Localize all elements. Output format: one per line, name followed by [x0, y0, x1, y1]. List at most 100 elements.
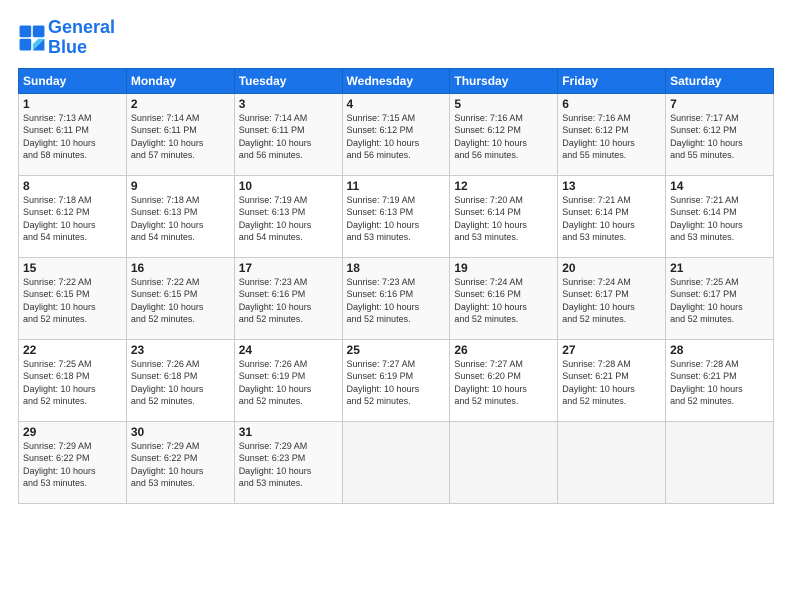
- calendar-cell: 26Sunrise: 7:27 AM Sunset: 6:20 PM Dayli…: [450, 339, 558, 421]
- day-number: 31: [239, 425, 338, 439]
- day-info: Sunrise: 7:24 AM Sunset: 6:16 PM Dayligh…: [454, 276, 553, 326]
- calendar-week-2: 8Sunrise: 7:18 AM Sunset: 6:12 PM Daylig…: [19, 175, 774, 257]
- day-number: 26: [454, 343, 553, 357]
- day-number: 16: [131, 261, 230, 275]
- calendar-cell: [450, 421, 558, 503]
- day-info: Sunrise: 7:18 AM Sunset: 6:12 PM Dayligh…: [23, 194, 122, 244]
- day-number: 18: [347, 261, 446, 275]
- calendar-cell: 18Sunrise: 7:23 AM Sunset: 6:16 PM Dayli…: [342, 257, 450, 339]
- calendar-cell: 13Sunrise: 7:21 AM Sunset: 6:14 PM Dayli…: [558, 175, 666, 257]
- calendar-cell: 20Sunrise: 7:24 AM Sunset: 6:17 PM Dayli…: [558, 257, 666, 339]
- calendar-cell: 31Sunrise: 7:29 AM Sunset: 6:23 PM Dayli…: [234, 421, 342, 503]
- day-number: 5: [454, 97, 553, 111]
- calendar-cell: [342, 421, 450, 503]
- calendar-cell: 11Sunrise: 7:19 AM Sunset: 6:13 PM Dayli…: [342, 175, 450, 257]
- day-number: 20: [562, 261, 661, 275]
- day-info: Sunrise: 7:19 AM Sunset: 6:13 PM Dayligh…: [239, 194, 338, 244]
- day-info: Sunrise: 7:15 AM Sunset: 6:12 PM Dayligh…: [347, 112, 446, 162]
- day-info: Sunrise: 7:21 AM Sunset: 6:14 PM Dayligh…: [670, 194, 769, 244]
- calendar-cell: 5Sunrise: 7:16 AM Sunset: 6:12 PM Daylig…: [450, 93, 558, 175]
- header-day-thursday: Thursday: [450, 68, 558, 93]
- page-header: General Blue: [18, 18, 774, 58]
- day-info: Sunrise: 7:20 AM Sunset: 6:14 PM Dayligh…: [454, 194, 553, 244]
- calendar-cell: [666, 421, 774, 503]
- day-number: 19: [454, 261, 553, 275]
- day-number: 12: [454, 179, 553, 193]
- day-number: 13: [562, 179, 661, 193]
- day-info: Sunrise: 7:25 AM Sunset: 6:18 PM Dayligh…: [23, 358, 122, 408]
- calendar-cell: 16Sunrise: 7:22 AM Sunset: 6:15 PM Dayli…: [126, 257, 234, 339]
- calendar-cell: 21Sunrise: 7:25 AM Sunset: 6:17 PM Dayli…: [666, 257, 774, 339]
- header-day-monday: Monday: [126, 68, 234, 93]
- calendar-cell: 28Sunrise: 7:28 AM Sunset: 6:21 PM Dayli…: [666, 339, 774, 421]
- calendar-header: SundayMondayTuesdayWednesdayThursdayFrid…: [19, 68, 774, 93]
- calendar-cell: 25Sunrise: 7:27 AM Sunset: 6:19 PM Dayli…: [342, 339, 450, 421]
- day-info: Sunrise: 7:27 AM Sunset: 6:19 PM Dayligh…: [347, 358, 446, 408]
- day-info: Sunrise: 7:17 AM Sunset: 6:12 PM Dayligh…: [670, 112, 769, 162]
- calendar-week-4: 22Sunrise: 7:25 AM Sunset: 6:18 PM Dayli…: [19, 339, 774, 421]
- day-info: Sunrise: 7:13 AM Sunset: 6:11 PM Dayligh…: [23, 112, 122, 162]
- day-info: Sunrise: 7:23 AM Sunset: 6:16 PM Dayligh…: [239, 276, 338, 326]
- logo: General Blue: [18, 18, 115, 58]
- day-info: Sunrise: 7:19 AM Sunset: 6:13 PM Dayligh…: [347, 194, 446, 244]
- day-number: 11: [347, 179, 446, 193]
- day-info: Sunrise: 7:25 AM Sunset: 6:17 PM Dayligh…: [670, 276, 769, 326]
- header-day-sunday: Sunday: [19, 68, 127, 93]
- day-number: 28: [670, 343, 769, 357]
- day-number: 10: [239, 179, 338, 193]
- day-number: 22: [23, 343, 122, 357]
- day-info: Sunrise: 7:28 AM Sunset: 6:21 PM Dayligh…: [562, 358, 661, 408]
- calendar-cell: 6Sunrise: 7:16 AM Sunset: 6:12 PM Daylig…: [558, 93, 666, 175]
- calendar-cell: 8Sunrise: 7:18 AM Sunset: 6:12 PM Daylig…: [19, 175, 127, 257]
- header-day-tuesday: Tuesday: [234, 68, 342, 93]
- calendar-cell: 2Sunrise: 7:14 AM Sunset: 6:11 PM Daylig…: [126, 93, 234, 175]
- calendar-cell: 15Sunrise: 7:22 AM Sunset: 6:15 PM Dayli…: [19, 257, 127, 339]
- day-number: 17: [239, 261, 338, 275]
- header-day-saturday: Saturday: [666, 68, 774, 93]
- calendar-cell: 23Sunrise: 7:26 AM Sunset: 6:18 PM Dayli…: [126, 339, 234, 421]
- calendar-table: SundayMondayTuesdayWednesdayThursdayFrid…: [18, 68, 774, 504]
- calendar-cell: 3Sunrise: 7:14 AM Sunset: 6:11 PM Daylig…: [234, 93, 342, 175]
- day-number: 29: [23, 425, 122, 439]
- day-info: Sunrise: 7:14 AM Sunset: 6:11 PM Dayligh…: [239, 112, 338, 162]
- day-info: Sunrise: 7:26 AM Sunset: 6:18 PM Dayligh…: [131, 358, 230, 408]
- header-day-friday: Friday: [558, 68, 666, 93]
- day-number: 30: [131, 425, 230, 439]
- day-number: 7: [670, 97, 769, 111]
- calendar-cell: 22Sunrise: 7:25 AM Sunset: 6:18 PM Dayli…: [19, 339, 127, 421]
- calendar-week-3: 15Sunrise: 7:22 AM Sunset: 6:15 PM Dayli…: [19, 257, 774, 339]
- day-info: Sunrise: 7:29 AM Sunset: 6:22 PM Dayligh…: [23, 440, 122, 490]
- calendar-cell: 10Sunrise: 7:19 AM Sunset: 6:13 PM Dayli…: [234, 175, 342, 257]
- calendar-cell: 19Sunrise: 7:24 AM Sunset: 6:16 PM Dayli…: [450, 257, 558, 339]
- day-info: Sunrise: 7:16 AM Sunset: 6:12 PM Dayligh…: [562, 112, 661, 162]
- day-number: 9: [131, 179, 230, 193]
- day-info: Sunrise: 7:28 AM Sunset: 6:21 PM Dayligh…: [670, 358, 769, 408]
- day-info: Sunrise: 7:22 AM Sunset: 6:15 PM Dayligh…: [23, 276, 122, 326]
- day-info: Sunrise: 7:18 AM Sunset: 6:13 PM Dayligh…: [131, 194, 230, 244]
- day-info: Sunrise: 7:29 AM Sunset: 6:22 PM Dayligh…: [131, 440, 230, 490]
- day-number: 25: [347, 343, 446, 357]
- day-info: Sunrise: 7:21 AM Sunset: 6:14 PM Dayligh…: [562, 194, 661, 244]
- calendar-cell: 1Sunrise: 7:13 AM Sunset: 6:11 PM Daylig…: [19, 93, 127, 175]
- calendar-cell: 7Sunrise: 7:17 AM Sunset: 6:12 PM Daylig…: [666, 93, 774, 175]
- day-number: 21: [670, 261, 769, 275]
- day-number: 24: [239, 343, 338, 357]
- day-number: 2: [131, 97, 230, 111]
- day-info: Sunrise: 7:14 AM Sunset: 6:11 PM Dayligh…: [131, 112, 230, 162]
- day-info: Sunrise: 7:23 AM Sunset: 6:16 PM Dayligh…: [347, 276, 446, 326]
- day-number: 8: [23, 179, 122, 193]
- day-number: 1: [23, 97, 122, 111]
- day-info: Sunrise: 7:24 AM Sunset: 6:17 PM Dayligh…: [562, 276, 661, 326]
- day-info: Sunrise: 7:22 AM Sunset: 6:15 PM Dayligh…: [131, 276, 230, 326]
- calendar-cell: 29Sunrise: 7:29 AM Sunset: 6:22 PM Dayli…: [19, 421, 127, 503]
- day-number: 4: [347, 97, 446, 111]
- day-number: 15: [23, 261, 122, 275]
- calendar-cell: 27Sunrise: 7:28 AM Sunset: 6:21 PM Dayli…: [558, 339, 666, 421]
- calendar-cell: [558, 421, 666, 503]
- day-info: Sunrise: 7:16 AM Sunset: 6:12 PM Dayligh…: [454, 112, 553, 162]
- day-number: 23: [131, 343, 230, 357]
- calendar-week-1: 1Sunrise: 7:13 AM Sunset: 6:11 PM Daylig…: [19, 93, 774, 175]
- day-info: Sunrise: 7:29 AM Sunset: 6:23 PM Dayligh…: [239, 440, 338, 490]
- day-info: Sunrise: 7:26 AM Sunset: 6:19 PM Dayligh…: [239, 358, 338, 408]
- day-number: 14: [670, 179, 769, 193]
